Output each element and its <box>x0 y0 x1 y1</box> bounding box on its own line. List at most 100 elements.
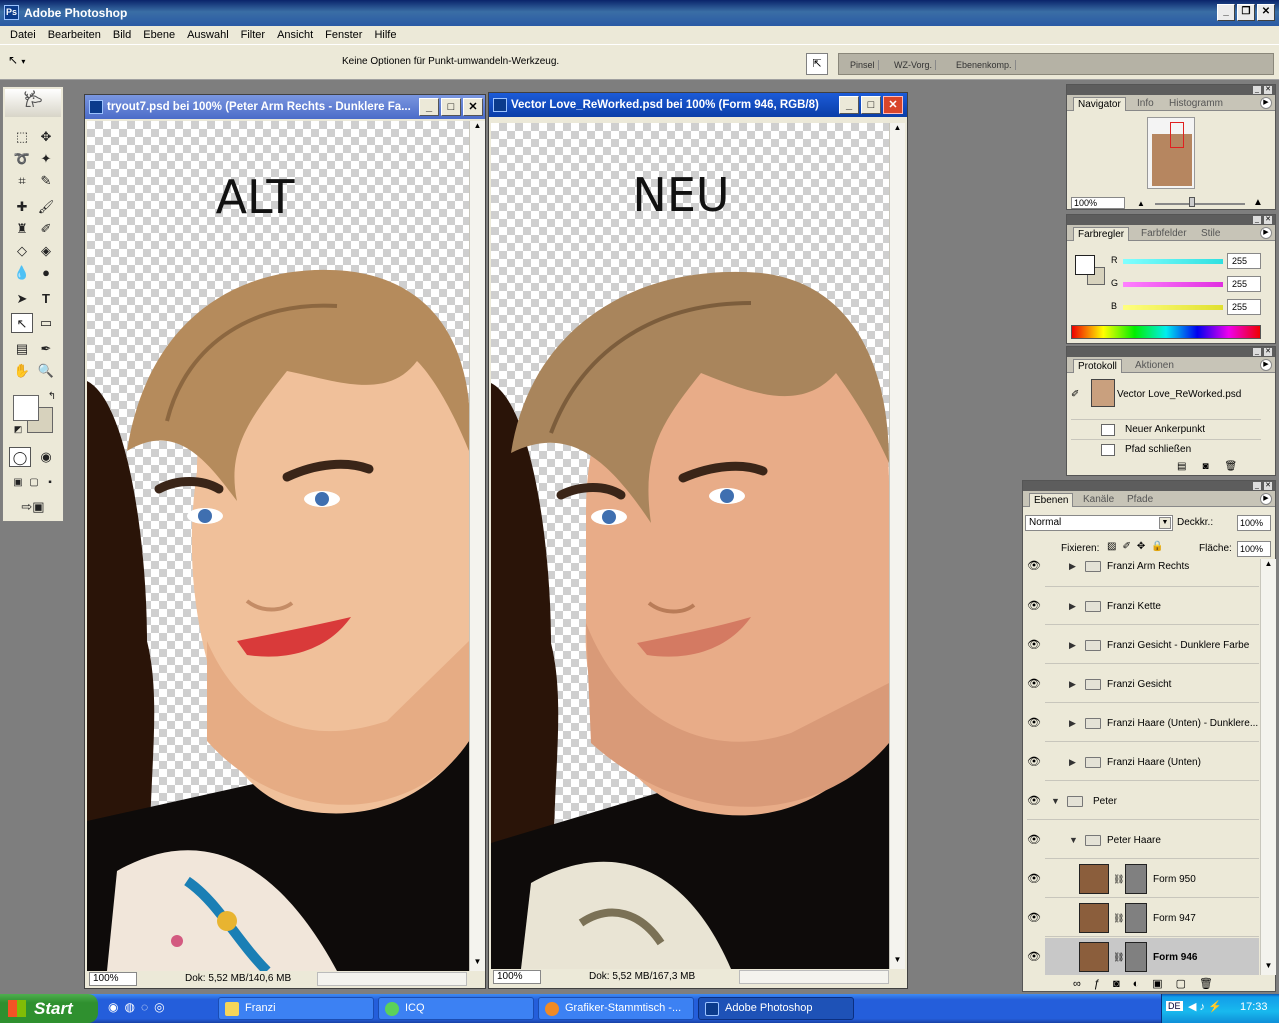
channel-r-slider[interactable] <box>1123 259 1223 264</box>
palette-menu-button[interactable]: ▶ <box>1260 359 1272 371</box>
menu-hilfe[interactable]: Hilfe <box>368 29 402 41</box>
dock-tab-wz-vorg[interactable]: WZ-Vorg. <box>891 60 937 70</box>
doc-close-button[interactable]: ✕ <box>883 96 903 114</box>
menu-filter[interactable]: Filter <box>235 29 271 41</box>
task-franzi[interactable]: Franzi <box>218 997 374 1020</box>
history-step[interactable]: Pfad schließen <box>1071 439 1261 459</box>
horizontal-scrollbar[interactable] <box>317 972 467 986</box>
doc-close-button[interactable]: ✕ <box>463 98 483 116</box>
channel-g-slider[interactable] <box>1123 282 1223 287</box>
layers-footer-icons[interactable]: ∞ƒ◙◐▣▢🗑 <box>1073 977 1226 990</box>
layer-row[interactable]: 👁 ▶ Franzi Kette <box>1027 587 1259 625</box>
eye-icon[interactable]: 👁 <box>1027 833 1041 847</box>
close-button[interactable]: ✕ <box>1257 4 1275 21</box>
navigator-zoom-field[interactable]: 100% <box>1071 197 1125 209</box>
tab-info[interactable]: Info <box>1133 97 1158 111</box>
blur-tool-icon[interactable]: 💧 <box>11 263 33 283</box>
opacity-field[interactable]: 100% <box>1237 515 1271 531</box>
palette-minimize-button[interactable]: _ <box>1253 86 1261 94</box>
tab-histogramm[interactable]: Histogramm <box>1165 97 1227 111</box>
palette-close-button[interactable]: ✕ <box>1264 348 1272 356</box>
menu-auswahl[interactable]: Auswahl <box>181 29 235 41</box>
screen-mode-3-icon[interactable]: ▪ <box>39 473 61 493</box>
restore-button[interactable]: ❐ <box>1237 4 1255 21</box>
foreground-color-swatch[interactable] <box>13 395 39 421</box>
doc-minimize-button[interactable]: _ <box>839 96 859 114</box>
tab-navigator[interactable]: Navigator <box>1073 97 1126 111</box>
menu-fenster[interactable]: Fenster <box>319 29 368 41</box>
eye-icon[interactable]: 👁 <box>1027 716 1041 730</box>
lasso-tool-icon[interactable]: ➰ <box>11 149 33 169</box>
hand-tool-icon[interactable]: ✋ <box>11 361 33 381</box>
eyedropper-icon[interactable]: ✒ <box>35 339 57 359</box>
palette-minimize-button[interactable]: _ <box>1253 216 1261 224</box>
crop-tool-icon[interactable]: ⌗ <box>11 171 33 191</box>
channel-b-slider[interactable] <box>1123 305 1223 310</box>
palette-well-icon[interactable]: ⇱ <box>806 53 828 75</box>
zoom-in-icon[interactable]: ▲ <box>1253 197 1263 208</box>
shape-tool-icon[interactable]: ▭ <box>35 313 57 333</box>
document-title-bar[interactable]: Vector Love_ReWorked.psd bei 100% (Form … <box>489 93 907 117</box>
healing-brush-icon[interactable]: ✚ <box>11 197 33 217</box>
layer-row[interactable]: 👁 ▶ Franzi Gesicht - Dunklere Farbe <box>1027 626 1259 664</box>
doc-size-info[interactable]: Dok: 5,52 MB/140,6 MB <box>185 971 291 987</box>
move-tool-icon[interactable]: ✥ <box>35 127 57 147</box>
history-brush-icon[interactable]: ✐ <box>35 219 57 239</box>
history-brush-source-icon[interactable]: ✐ <box>1071 389 1083 400</box>
eye-icon[interactable]: 👁 <box>1027 950 1041 964</box>
default-colors-icon[interactable]: ◩ <box>7 419 29 439</box>
palette-close-button[interactable]: ✕ <box>1264 482 1272 490</box>
fill-field[interactable]: 100% <box>1237 541 1271 557</box>
navigator-preview[interactable] <box>1147 117 1195 189</box>
language-indicator[interactable]: DE <box>1166 1001 1183 1011</box>
dock-tab-ebenenkomp[interactable]: Ebenenkomp. <box>953 60 1016 70</box>
tab-farbfelder[interactable]: Farbfelder <box>1137 227 1191 241</box>
foreground-swatch[interactable] <box>1075 255 1095 275</box>
start-button[interactable]: Start <box>0 994 98 1023</box>
palette-menu-button[interactable]: ▶ <box>1260 227 1272 239</box>
tray-icons[interactable]: ◀♪⚡ <box>1188 1000 1225 1013</box>
eye-icon[interactable]: 👁 <box>1027 677 1041 691</box>
doc-minimize-button[interactable]: _ <box>419 98 439 116</box>
doc-maximize-button[interactable]: □ <box>861 96 881 114</box>
zoom-field[interactable]: 100% <box>493 970 541 984</box>
quickmask-mode-icon[interactable]: ◉ <box>35 447 57 467</box>
color-spectrum-bar[interactable] <box>1071 325 1261 339</box>
zoom-tool-icon[interactable]: 🔍 <box>35 361 57 381</box>
task-photoshop[interactable]: Adobe Photoshop <box>698 997 854 1020</box>
tab-stile[interactable]: Stile <box>1197 227 1224 241</box>
palette-menu-button[interactable]: ▶ <box>1260 97 1272 109</box>
eye-icon[interactable]: 👁 <box>1027 638 1041 652</box>
navigator-zoom-slider[interactable] <box>1155 203 1245 205</box>
layer-row-selected[interactable]: 👁 ⛓ Form 946 <box>1027 938 1259 975</box>
clock[interactable]: 17:33 <box>1240 1001 1268 1013</box>
document-title-bar[interactable]: tryout7.psd bei 100% (Peter Arm Rechts -… <box>85 95 485 119</box>
channel-r-value[interactable]: 255 <box>1227 253 1261 269</box>
tab-farbregler[interactable]: Farbregler <box>1073 227 1130 241</box>
brush-tool-icon[interactable]: 🖌 <box>35 197 57 217</box>
eraser-tool-icon[interactable]: ◇ <box>11 241 33 261</box>
layer-row[interactable]: 👁 ⛓ Form 950 <box>1027 860 1259 898</box>
history-footer-icons[interactable]: ▤◙🗑 <box>1177 461 1253 472</box>
navigator-zoom-thumb[interactable] <box>1189 197 1195 207</box>
jump-to-imageready-icon[interactable]: ⇨▣ <box>11 497 55 517</box>
menu-ansicht[interactable]: Ansicht <box>271 29 319 41</box>
blend-mode-select[interactable]: Normal ▼ <box>1025 515 1173 531</box>
dodge-tool-icon[interactable]: ● <box>35 263 57 283</box>
task-firefox[interactable]: Grafiker-Stammtisch -... <box>538 997 694 1020</box>
quicklaunch-icons[interactable]: ◉◍◌◎ <box>108 1000 171 1014</box>
doc-size-info[interactable]: Dok: 5,52 MB/167,3 MB <box>589 969 695 985</box>
doc-maximize-button[interactable]: □ <box>441 98 461 116</box>
menu-bearbeiten[interactable]: Bearbeiten <box>42 29 107 41</box>
vertical-scrollbar[interactable]: ▲ ▼ <box>469 121 485 971</box>
standard-mode-icon[interactable]: ◯ <box>9 447 31 467</box>
eye-icon[interactable]: 👁 <box>1027 872 1041 886</box>
document-canvas[interactable]: ALT <box>87 121 469 971</box>
minimize-button[interactable]: _ <box>1217 4 1235 21</box>
layer-row[interactable]: 👁 ⛓ Form 947 <box>1027 899 1259 937</box>
menu-bild[interactable]: Bild <box>107 29 137 41</box>
history-step[interactable]: Neuer Ankerpunkt <box>1071 419 1261 439</box>
task-icq[interactable]: ICQ <box>378 997 534 1020</box>
tab-kanaele[interactable]: Kanäle <box>1079 493 1118 507</box>
bucket-tool-icon[interactable]: ◈ <box>35 241 57 261</box>
